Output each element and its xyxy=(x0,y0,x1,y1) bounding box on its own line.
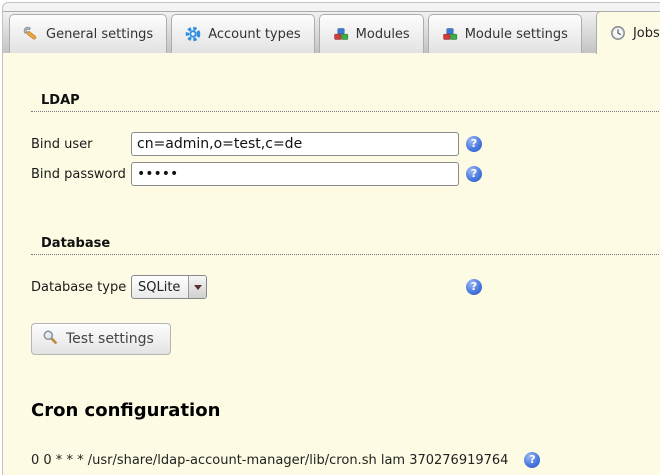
tab-modules[interactable]: Modules xyxy=(319,14,424,53)
test-settings-button[interactable]: Test settings xyxy=(31,323,171,355)
gear-icon xyxy=(185,26,201,42)
tabbar-top-padding xyxy=(3,3,660,11)
tab-account-types[interactable]: Account types xyxy=(171,14,314,53)
database-section-heading: Database xyxy=(31,236,660,255)
tab-jobs[interactable]: Jobs xyxy=(596,11,660,54)
ldap-section-heading: LDAP xyxy=(31,93,660,112)
bind-user-input[interactable] xyxy=(131,132,459,156)
wrench-icon xyxy=(23,26,39,42)
select-dropdown-button[interactable] xyxy=(188,276,206,298)
bind-user-label: Bind user xyxy=(31,137,131,152)
test-settings-row: Test settings xyxy=(31,323,660,355)
button-label: Test settings xyxy=(66,331,154,347)
tab-label: Module settings xyxy=(465,27,568,42)
cron-command-row: 0 0 * * * /usr/share/ldap-account-manage… xyxy=(31,452,660,468)
database-type-label: Database type xyxy=(31,280,131,295)
modules-bricks-icon xyxy=(333,26,349,42)
selected-option: SQLite xyxy=(132,276,188,298)
bind-password-row: Bind password ? xyxy=(31,162,660,186)
chevron-down-icon xyxy=(194,285,202,290)
tab-label: Modules xyxy=(356,27,410,42)
tab-label: General settings xyxy=(46,27,153,42)
bind-password-label: Bind password xyxy=(31,167,131,182)
database-type-row: Database type SQLite ? xyxy=(31,275,660,299)
help-icon[interactable]: ? xyxy=(466,166,482,182)
tab-label: Account types xyxy=(208,27,300,42)
clock-icon xyxy=(610,25,626,41)
section-title: LDAP xyxy=(41,93,80,108)
cron-configuration-heading: Cron configuration xyxy=(31,400,660,422)
tab-label: Jobs xyxy=(633,26,660,41)
cron-command-text: 0 0 * * * /usr/share/ldap-account-manage… xyxy=(31,453,508,468)
section-title: Database xyxy=(41,236,110,251)
jobs-tab-content: LDAP Bind user ? Bind password ? Databas… xyxy=(3,53,660,468)
magnifier-icon xyxy=(42,329,58,349)
help-icon[interactable]: ? xyxy=(466,279,482,295)
bind-user-row: Bind user ? xyxy=(31,132,660,156)
database-type-select[interactable]: SQLite xyxy=(131,275,207,299)
help-icon[interactable]: ? xyxy=(524,452,540,468)
tab-bar: General settings Account types Modul xyxy=(3,11,660,53)
settings-window: General settings Account types Modul xyxy=(2,2,660,475)
bind-password-input[interactable] xyxy=(131,162,459,186)
modules-bricks-icon xyxy=(442,26,458,42)
tab-general-settings[interactable]: General settings xyxy=(9,14,167,53)
help-icon[interactable]: ? xyxy=(466,136,482,152)
tab-module-settings[interactable]: Module settings xyxy=(428,14,582,53)
